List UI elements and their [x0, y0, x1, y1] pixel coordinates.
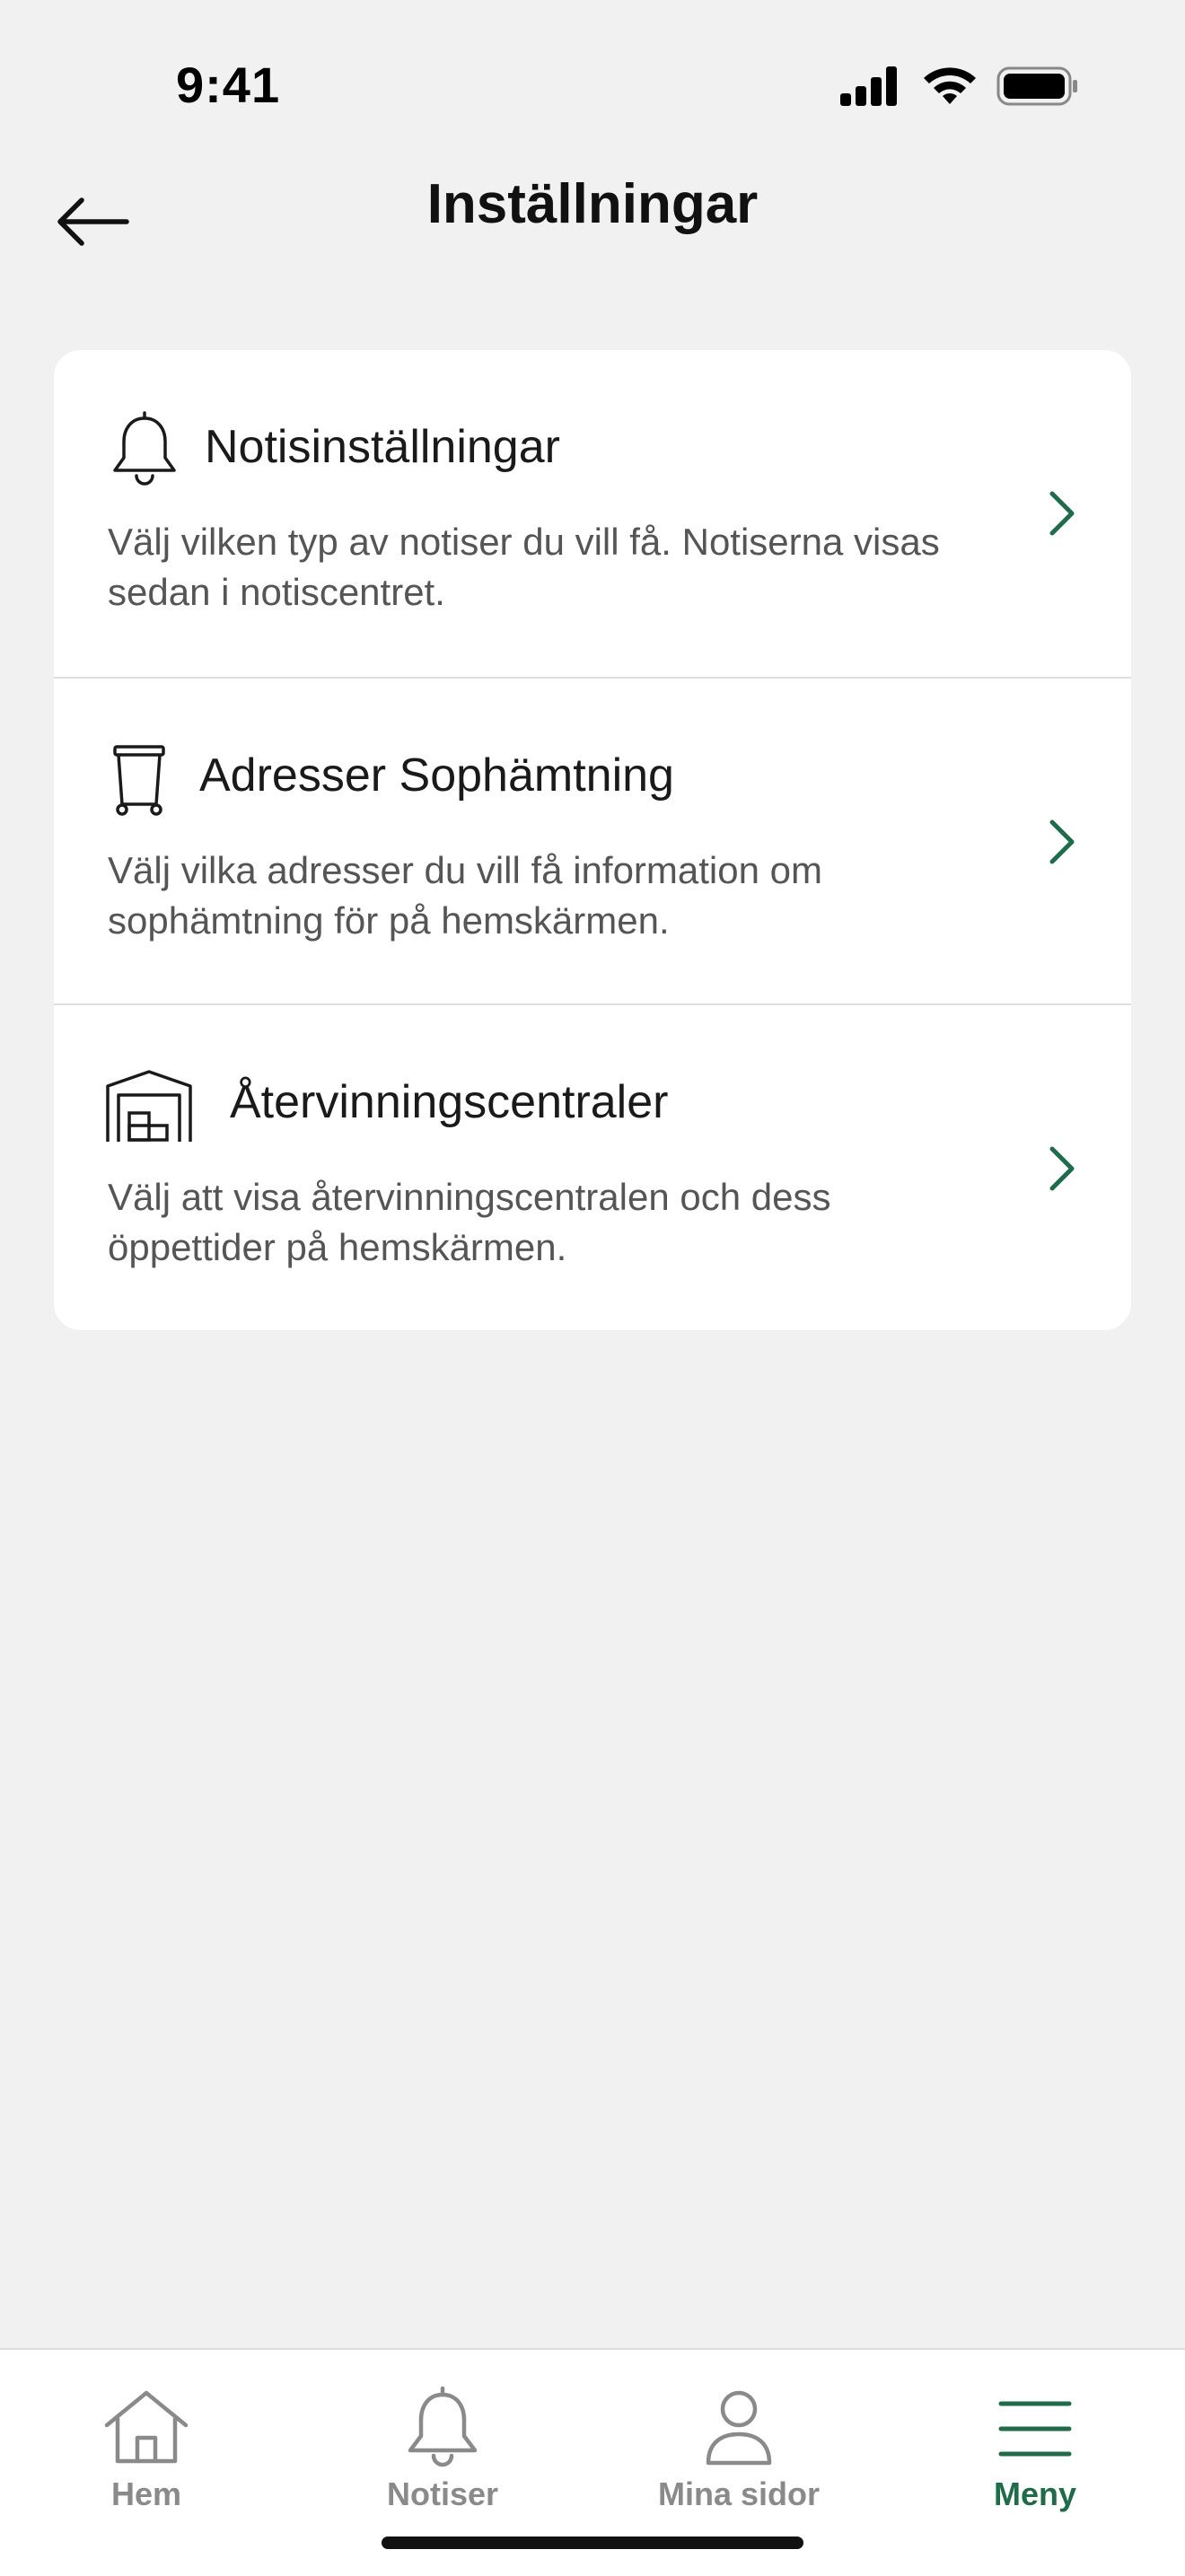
trash-bin-icon	[113, 745, 165, 816]
tab-my-pages[interactable]: Mina sidor	[627, 2386, 851, 2520]
status-time: 9:41	[176, 57, 281, 113]
settings-item-notifications[interactable]: Notisinställningar Välj vilken typ av no…	[54, 350, 1131, 677]
settings-item-waste-addresses[interactable]: Adresser Sophämtning Välj vilka adresser…	[54, 677, 1131, 1005]
page-title: Inställningar	[426, 173, 759, 235]
tab-menu[interactable]: Meny	[923, 2386, 1147, 2520]
settings-item-title: Återvinningscentraler	[230, 1076, 669, 1128]
tab-label: Hem	[110, 2475, 182, 2512]
status-icons	[838, 65, 1077, 108]
tab-label: Notiser	[386, 2475, 499, 2512]
tab-notifications[interactable]: Notiser	[330, 2386, 555, 2520]
tab-label: Meny	[993, 2475, 1077, 2512]
chevron-right-icon	[1049, 491, 1075, 536]
cellular-signal-icon	[840, 66, 897, 106]
bell-icon	[408, 2386, 478, 2467]
settings-item-description: Välj att visa återvinningscentralen och …	[108, 1176, 831, 1268]
settings-item-title: Notisinställningar	[205, 421, 560, 473]
settings-item-description: Välj vilken typ av notiser du vill få. N…	[108, 521, 940, 613]
tab-label: Mina sidor	[657, 2475, 821, 2512]
wifi-icon	[924, 67, 976, 104]
home-icon	[104, 2390, 189, 2464]
settings-item-title: Adresser Sophämtning	[199, 749, 674, 802]
menu-icon	[998, 2401, 1072, 2457]
chevron-right-icon	[1049, 819, 1075, 864]
battery-icon	[996, 66, 1077, 106]
recycling-center-icon	[106, 1070, 192, 1142]
status-bar: 9:41	[0, 0, 1185, 171]
tab-home[interactable]: Hem	[34, 2386, 259, 2520]
chevron-right-icon	[1049, 1146, 1075, 1191]
settings-item-recycling-centers[interactable]: Återvinningscentraler Välj att visa åter…	[54, 1003, 1131, 1330]
header: Inställningar	[0, 162, 1185, 260]
bell-icon	[113, 411, 176, 486]
settings-item-description: Välj vilka adresser du vill få informati…	[108, 849, 822, 942]
settings-card: Notisinställningar Välj vilken typ av no…	[54, 350, 1131, 1330]
home-indicator	[382, 2537, 803, 2549]
person-icon	[706, 2390, 772, 2466]
